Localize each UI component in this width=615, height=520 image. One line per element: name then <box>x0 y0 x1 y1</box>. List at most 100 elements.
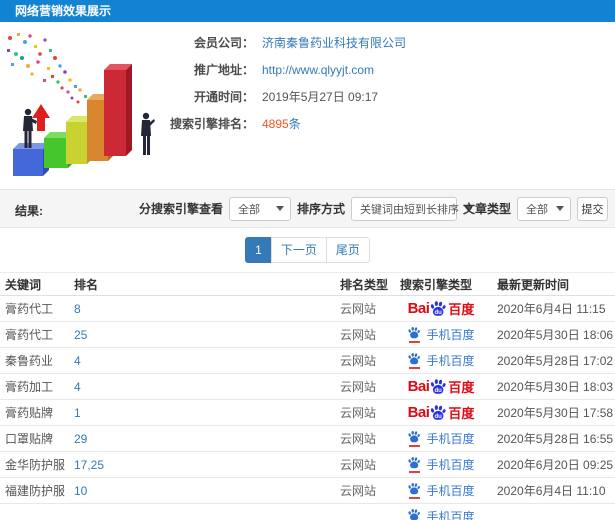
update-time-cell: 2020年5月30日 18:03 <box>492 373 615 400</box>
baidu-logo: Bai du 百度 <box>408 299 475 318</box>
rank-cell: 4 <box>69 373 335 400</box>
rank-link[interactable]: 4 <box>74 354 81 368</box>
rank-link[interactable]: 8 <box>74 302 81 316</box>
baidu-paw-icon <box>408 508 421 520</box>
company-row: 会员公司： 济南秦鲁药业科技有限公司 <box>158 34 406 51</box>
rank-link[interactable]: 10 <box>74 484 87 498</box>
rank-cell: 8 <box>69 295 335 322</box>
baidu-mobile-label: 手机百度 <box>426 484 475 498</box>
confetti-dots <box>7 33 87 104</box>
sort-select[interactable]: 关键词由短到长排序 <box>350 196 472 221</box>
open-time-value: 2019年5月27日 09:17 <box>262 90 379 104</box>
promo-url-link[interactable]: http://www.qlyyjt.com <box>262 63 374 77</box>
baidu-mobile-logo: 手机百度 <box>407 508 475 520</box>
engine-cell: Bai du 百度 <box>390 295 492 322</box>
open-time-row: 开通时间： 2019年5月27日 09:17 <box>158 88 406 105</box>
rank-type-cell: 云网站 <box>335 295 390 322</box>
baidu-mobile-paw-icon <box>407 326 421 343</box>
header-update-time: 最新更新时间 <box>492 272 615 296</box>
rank-type-cell: 云网站 <box>335 451 390 478</box>
engine-cell: 手机百度 <box>390 503 492 520</box>
update-time-cell: 2020年6月4日 11:15 <box>492 295 615 322</box>
engine-rank-row: 搜索引擎排名： 4895条 <box>158 115 406 132</box>
pagination: 1 下一页 尾页 <box>0 237 615 263</box>
update-time-cell: 2020年5月28日 17:02 <box>492 347 615 374</box>
keyword-cell: 膏药代工 <box>0 321 69 348</box>
rank-link[interactable]: 1 <box>74 406 81 420</box>
update-time-cell: 2020年5月30日 18:06 <box>492 321 615 348</box>
rank-link[interactable]: 4 <box>74 380 81 394</box>
engine-rank-value: 4895条 <box>262 115 301 132</box>
page-1-button[interactable]: 1 <box>245 237 272 263</box>
baidu-paw-icon <box>408 430 421 443</box>
rank-cell: 29 <box>69 425 335 452</box>
rank-type-cell: 云网站 <box>335 321 390 348</box>
header-keyword: 关键词 <box>0 272 69 296</box>
update-time-cell: 2020年5月30日 17:58 <box>492 399 615 426</box>
baidu-mobile-paw-icon <box>407 352 421 369</box>
header-rank-type: 排名类型 <box>335 272 390 296</box>
baidu-mobile-underline <box>408 471 420 473</box>
rank-link[interactable]: 25 <box>74 328 87 342</box>
rank-type-cell: 云网站 <box>335 477 390 504</box>
rank-cell: 4 <box>69 347 335 374</box>
page-title: 网络营销效果展示 <box>0 0 615 22</box>
rank-link[interactable]: 17,25 <box>74 458 104 472</box>
rank-type-cell: 云网站 <box>335 425 390 452</box>
submit-button[interactable]: 提交 <box>577 196 608 221</box>
baidu-logo-cn-text: 百度 <box>448 406 475 421</box>
chevron-down-icon <box>556 206 564 211</box>
baidu-paw-icon <box>408 352 421 365</box>
engine-cell: 手机百度 <box>390 321 492 348</box>
table-row: 膏药贴牌 1 云网站 Bai du 百度 2020年5月30日 17:58 <box>0 399 615 426</box>
article-type-select[interactable]: 全部 <box>517 196 571 221</box>
keyword-cell: 秦鲁药业 <box>0 347 69 374</box>
update-time-cell <box>492 503 615 520</box>
filter-controls: 分搜索引擎查看 全部 排序方式 关键词由短到长排序 文章类型 全部 提交 <box>139 190 608 227</box>
engine-cell: Bai du 百度 <box>390 373 492 400</box>
bar-chart-clipart <box>7 33 155 176</box>
baidu-paw-icon: du <box>431 378 446 393</box>
up-arrow-icon <box>32 104 50 131</box>
rank-type-cell: 云网站 <box>335 373 390 400</box>
baidu-logo-cn-text: 百度 <box>448 302 475 317</box>
header-rank: 排名 <box>69 272 335 296</box>
keyword-cell: 福建防护服 <box>0 477 69 504</box>
baidu-paw-icon <box>408 482 421 495</box>
engine-cell: 手机百度 <box>390 451 492 478</box>
update-time-cell: 2020年6月20日 09:25 <box>492 451 615 478</box>
last-page-button[interactable]: 尾页 <box>325 237 370 263</box>
baidu-mobile-underline <box>408 497 420 499</box>
engine-cell: 手机百度 <box>390 477 492 504</box>
engine-view-selected: 全部 <box>237 203 260 216</box>
baidu-mobile-label: 手机百度 <box>426 458 475 472</box>
baidu-mobile-label: 手机百度 <box>426 328 475 342</box>
engine-cell: 手机百度 <box>390 425 492 452</box>
article-type-label: 文章类型 <box>462 202 511 216</box>
engine-view-label: 分搜索引擎查看 <box>138 202 223 216</box>
baidu-mobile-underline <box>408 341 420 343</box>
baidu-mobile-logo: 手机百度 <box>407 352 475 369</box>
keyword-cell: 膏药代工 <box>0 295 69 322</box>
next-page-button[interactable]: 下一页 <box>270 237 327 263</box>
baidu-logo-cn-text: 百度 <box>448 380 475 395</box>
bar-red <box>104 64 132 156</box>
baidu-logo-bai-text: Bai <box>407 404 430 421</box>
promo-url-row: 推广地址： http://www.qlyyjt.com <box>158 61 406 78</box>
baidu-mobile-label: 手机百度 <box>426 510 475 520</box>
table-row: 金华防护服 17,25 云网站 手机百度 2020年6月20日 09:25 <box>0 451 615 478</box>
baidu-logo: Bai du 百度 <box>408 403 475 422</box>
baidu-paw-icon <box>408 326 421 339</box>
sort-selected: 关键词由短到长排序 <box>359 203 459 216</box>
result-label: 结果: <box>15 204 43 218</box>
keyword-cell: 金华防护服 <box>0 451 69 478</box>
header-engine-type: 搜索引擎类型 <box>390 272 492 296</box>
company-link[interactable]: 济南秦鲁药业科技有限公司 <box>262 34 406 51</box>
svg-text:du: du <box>435 309 443 315</box>
engine-view-select[interactable]: 全部 <box>228 196 291 221</box>
marketing-effect-page: 网络营销效果展示 会员公司： 济南秦鲁药业科技有限公司 推广地址： http:/… <box>0 0 615 520</box>
rank-link[interactable]: 29 <box>74 432 87 446</box>
results-table: 关键词 排名 排名类型 搜索引擎类型 最新更新时间 膏药代工 8 云网站 Bai du… <box>0 272 615 520</box>
svg-text:du: du <box>435 387 443 393</box>
chevron-down-icon <box>275 206 284 211</box>
